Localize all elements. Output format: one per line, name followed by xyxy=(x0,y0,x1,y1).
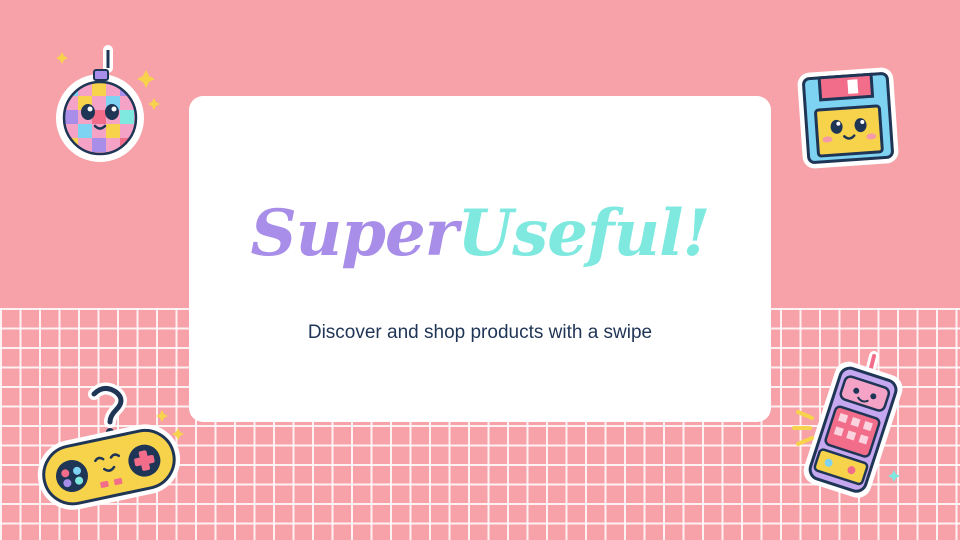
arcade-machine-icon xyxy=(792,351,903,498)
title-part-super: Super xyxy=(250,196,459,271)
game-controller-icon xyxy=(37,382,184,510)
disco-ball-icon xyxy=(56,45,160,162)
floppy-disk-icon xyxy=(797,67,899,169)
slide-title: SuperUseful! xyxy=(0,196,960,271)
title-part-useful: Useful! xyxy=(457,196,710,271)
slide-subtitle: Discover and shop products with a swipe xyxy=(307,322,653,343)
